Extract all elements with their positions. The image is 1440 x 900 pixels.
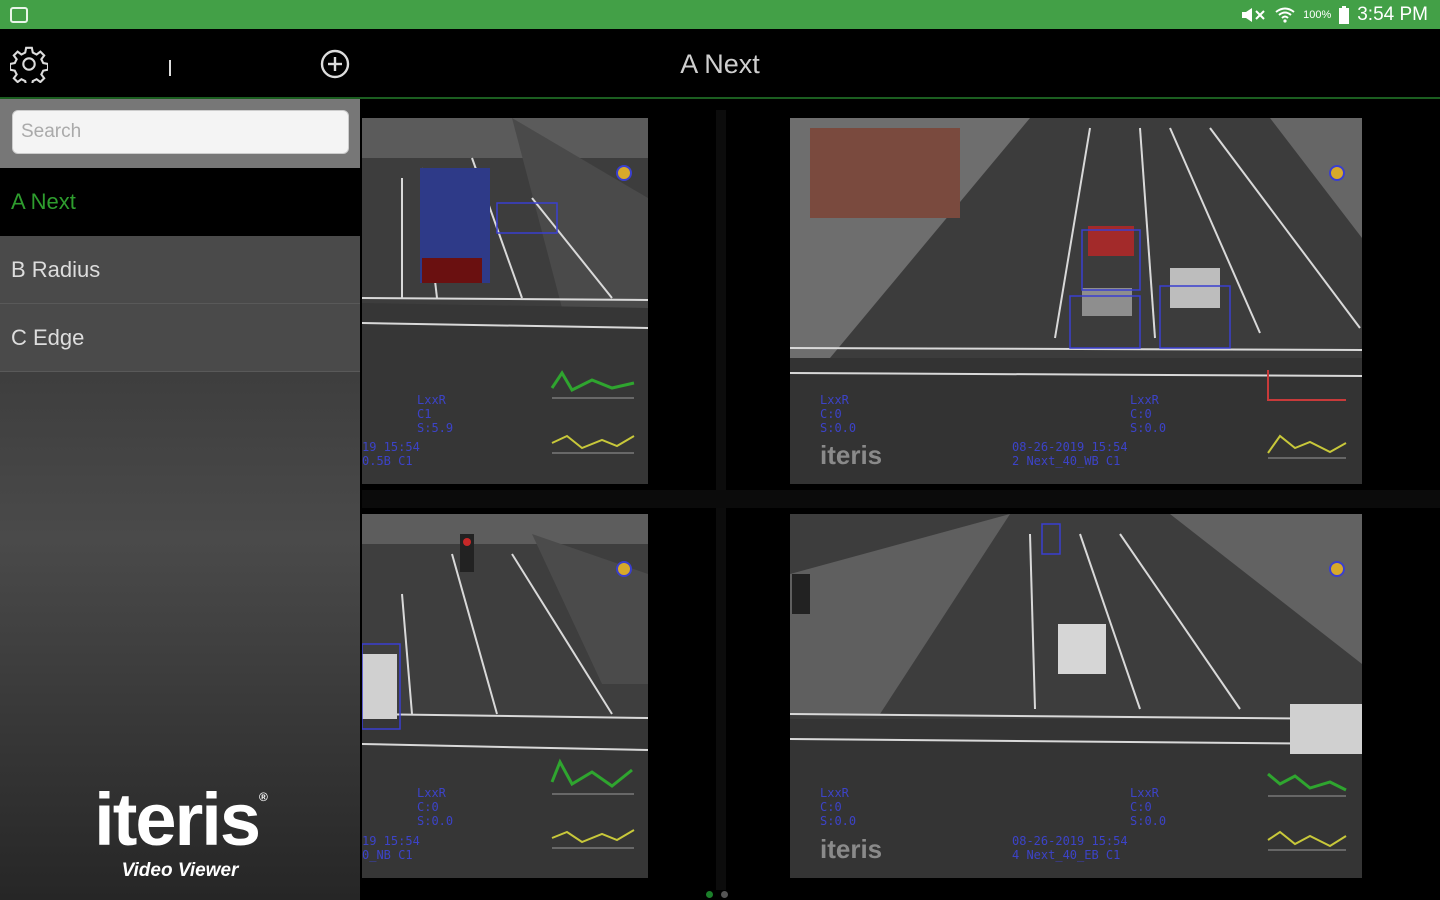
stat-line: S:0.0 xyxy=(1130,421,1167,435)
timestamp: 08-26-2019 15:54 xyxy=(1012,834,1128,848)
camera-2-brand: iteris xyxy=(820,440,883,470)
stat-line: LxxR xyxy=(1130,786,1159,800)
camera-2-timestamp: 08-26-2019 15:54 2 Next_40_WB C1 xyxy=(1012,440,1128,468)
timestamp: 19 15:54 xyxy=(362,440,420,454)
stat-line: C:0 xyxy=(417,800,439,814)
mute-icon xyxy=(1242,7,1265,22)
camera-4-stats-right: LxxR C:0 S:0.0 xyxy=(1130,786,1166,828)
camera-1-timestamp: 19 15:54 0.5B C1 xyxy=(362,440,420,468)
camera-feed-1[interactable]: LxxR C1 S:5.9 19 15:54 0.5B C1 xyxy=(362,118,648,484)
camera-3-timestamp: 19 15:54 0_NB C1 xyxy=(362,834,420,862)
camera-2-stats-left: LxxR C:0 S:0.0 xyxy=(820,393,856,435)
stat-line: S:0.0 xyxy=(820,421,857,435)
battery-percent: 100% xyxy=(1303,8,1332,21)
camera-4-timestamp: 08-26-2019 15:54 4 Next_40_EB C1 xyxy=(1012,834,1128,862)
stat-line: C:0 xyxy=(820,800,842,814)
clock: 3:54 PM xyxy=(1357,3,1428,25)
camera-2-stats-right: LxxR C:0 S:0.0 xyxy=(1130,393,1166,435)
timestamp: 19 15:54 xyxy=(362,834,420,848)
registered-mark: ® xyxy=(259,790,268,804)
road-scene xyxy=(790,514,1362,878)
logo-brand: iteris xyxy=(94,778,261,861)
stat-line: LxxR xyxy=(1130,393,1159,407)
camera-id: 0.5B C1 xyxy=(362,454,413,468)
stat-line: S:0.0 xyxy=(820,814,857,828)
stat-line: LxxR xyxy=(417,786,446,800)
camera-id: 2 Next_40_WB C1 xyxy=(1012,454,1121,468)
camera-4-brand: iteris xyxy=(820,834,883,864)
stat-line: LxxR xyxy=(820,393,849,407)
stat-line: S:0.0 xyxy=(417,814,454,828)
road-scene xyxy=(362,118,648,484)
camera-3-stats: LxxR C:0 S:0.0 xyxy=(417,786,453,828)
page-dot-2[interactable] xyxy=(721,891,728,898)
camera-id: 0_NB C1 xyxy=(362,848,413,862)
stat-line: S:0.0 xyxy=(1130,814,1167,828)
grid-divider-horizontal xyxy=(362,490,1440,508)
battery-icon xyxy=(1339,5,1350,24)
wifi-icon xyxy=(1275,7,1295,23)
stat-line: S:5.9 xyxy=(417,421,454,435)
timestamp: 08-26-2019 15:54 xyxy=(1012,440,1128,454)
app-notification-icon xyxy=(10,6,28,23)
sidebar-item-a-next[interactable]: A Next xyxy=(0,168,360,236)
iteris-logo: iteris® Video Viewer xyxy=(0,759,360,882)
page-title: A Next xyxy=(680,49,760,79)
page-dot-1[interactable] xyxy=(706,891,713,898)
top-bar: A Next xyxy=(0,29,1440,99)
stat-line: C:0 xyxy=(820,407,842,421)
camera-feed-3[interactable]: LxxR C:0 S:0.0 19 15:54 0_NB C1 xyxy=(362,514,648,878)
stat-line: LxxR xyxy=(820,786,849,800)
camera-feed-2[interactable]: LxxR C:0 S:0.0 LxxR C:0 S:0.0 08-26-2019… xyxy=(790,118,1362,484)
camera-4-stats-left: LxxR C:0 S:0.0 xyxy=(820,786,856,828)
stat-line: C:0 xyxy=(1130,407,1152,421)
road-scene xyxy=(362,514,648,878)
status-bar: 100% 3:54 PM xyxy=(0,0,1440,29)
camera-1-stats: LxxR C1 S:5.9 xyxy=(417,393,453,435)
search-container xyxy=(0,99,360,168)
sidebar: A Next B Radius C Edge iteris® Video Vie… xyxy=(0,99,360,900)
logo-subtitle: Video Viewer xyxy=(121,860,239,881)
stat-line: LxxR xyxy=(417,393,446,407)
camera-feed-4[interactable]: LxxR C:0 S:0.0 LxxR C:0 S:0.0 08-26-2019… xyxy=(790,514,1362,878)
sidebar-item-b-radius[interactable]: B Radius xyxy=(0,236,360,304)
camera-id: 4 Next_40_EB C1 xyxy=(1012,848,1121,862)
page-indicator xyxy=(706,891,728,898)
stat-line: C:0 xyxy=(1130,800,1152,814)
search-input[interactable] xyxy=(12,110,349,154)
sidebar-item-c-edge[interactable]: C Edge xyxy=(0,304,360,372)
road-scene xyxy=(790,118,1362,484)
stat-line: C1 xyxy=(417,407,432,421)
